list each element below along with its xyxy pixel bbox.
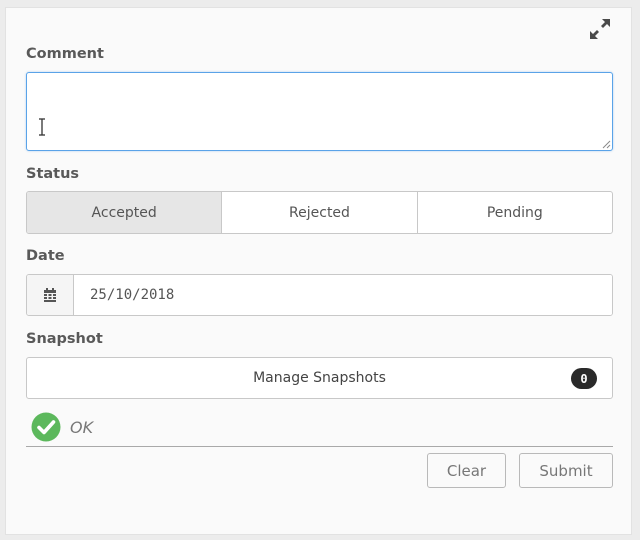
snapshot-label: Snapshot bbox=[26, 331, 103, 347]
date-label: Date bbox=[26, 248, 65, 264]
status-option-pending[interactable]: Pending bbox=[418, 192, 612, 233]
date-input[interactable] bbox=[74, 275, 612, 315]
expand-icon[interactable] bbox=[588, 17, 612, 41]
date-picker-button[interactable] bbox=[27, 275, 74, 315]
comment-textarea[interactable] bbox=[26, 72, 613, 151]
manage-snapshots-button[interactable]: Manage Snapshots 0 bbox=[26, 357, 613, 399]
status-option-rejected[interactable]: Rejected bbox=[222, 192, 418, 233]
form-panel: Comment Status Accepted Rejected Pending… bbox=[6, 8, 631, 534]
status-segmented-control: Accepted Rejected Pending bbox=[26, 191, 613, 234]
snapshot-count-badge: 0 bbox=[571, 368, 597, 389]
comment-label: Comment bbox=[26, 46, 104, 62]
date-field bbox=[26, 274, 613, 316]
footer-divider bbox=[26, 446, 613, 447]
status-option-accepted[interactable]: Accepted bbox=[27, 192, 223, 233]
validation-text: OK bbox=[70, 417, 94, 437]
status-label: Status bbox=[26, 166, 80, 182]
check-circle-icon bbox=[31, 412, 61, 442]
clear-button[interactable]: Clear bbox=[427, 453, 506, 488]
calendar-icon bbox=[44, 288, 56, 302]
validation-status: OK bbox=[31, 412, 93, 442]
submit-button[interactable]: Submit bbox=[519, 453, 613, 488]
resize-grip-icon[interactable] bbox=[602, 140, 611, 149]
text-cursor-icon bbox=[39, 118, 45, 136]
manage-snapshots-label: Manage Snapshots bbox=[253, 370, 386, 386]
